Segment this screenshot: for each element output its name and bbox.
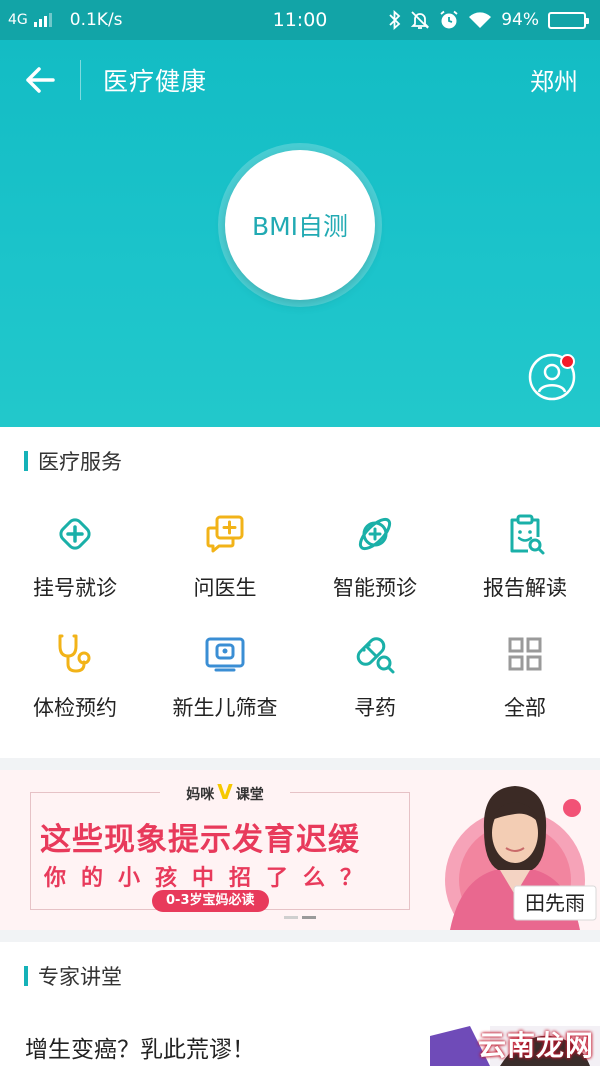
service-find-medicine[interactable]: 寻药 <box>300 615 450 735</box>
article-title[interactable]: 增生变癌？乳此荒谬！ <box>25 1030 255 1064</box>
presenter-signature: 田先雨 <box>525 891 585 915</box>
banner-subline: 你的小孩中招了么？ <box>44 866 378 891</box>
status-left: 4G 0.1K/s <box>8 10 123 30</box>
banner-dot <box>284 916 298 919</box>
services-grid: 挂号就诊 问医生 智能预诊 报告解读 体检预约 新生儿筛查 寻药 全部 <box>0 495 600 735</box>
network-speed: 0.1K/s <box>69 10 123 30</box>
nav-bar: 医疗健康 <box>0 40 600 120</box>
banner-brand: 妈咪 V 课堂 <box>160 780 290 804</box>
section-title: 专家讲堂 <box>38 965 122 989</box>
orbit-plus-icon <box>358 517 392 551</box>
service-label: 新生儿筛查 <box>172 696 278 720</box>
signal-icon <box>33 13 52 27</box>
banner-headline: 这些现象提示发育迟缓 <box>40 822 360 858</box>
clipboard-search-icon <box>510 514 545 555</box>
service-label: 挂号就诊 <box>33 576 117 600</box>
service-label: 体检预约 <box>33 696 117 720</box>
battery-icon <box>548 11 589 29</box>
chat-bubble-plus-icon <box>206 515 244 553</box>
profile-button[interactable] <box>528 353 576 401</box>
services-row: 挂号就诊 问医生 智能预诊 报告解读 <box>0 495 600 615</box>
city-selector[interactable]: 郑州 <box>530 62 578 97</box>
service-all[interactable]: 全部 <box>450 615 600 735</box>
service-report-reading[interactable]: 报告解读 <box>450 495 600 615</box>
banner-pagination <box>284 916 316 919</box>
status-bar: 4G 0.1K/s 11:00 94% <box>0 0 600 40</box>
stethoscope-icon <box>58 634 91 673</box>
watermark-text: 云南龙网 <box>477 1029 594 1062</box>
wifi-icon <box>469 12 492 28</box>
section-marker <box>24 451 28 471</box>
section-header-lectures: 专家讲堂 <box>0 961 600 991</box>
bmi-ring: BMI自测 <box>218 143 382 307</box>
battery-percent: 94% <box>501 10 539 30</box>
services-row: 体检预约 新生儿筛查 寻药 全部 <box>0 615 600 735</box>
section-header-services: 医疗服务 <box>0 446 600 476</box>
service-label: 问医生 <box>193 576 257 600</box>
grid-icon <box>508 637 542 671</box>
page-title: 医疗健康 <box>103 67 208 96</box>
nav-divider <box>80 60 81 100</box>
service-newborn-screening[interactable]: 新生儿筛查 <box>150 615 300 735</box>
bluetooth-icon <box>389 10 401 30</box>
mute-bell-icon <box>411 11 430 29</box>
service-label: 智能预诊 <box>333 576 417 600</box>
service-label: 报告解读 <box>483 576 567 600</box>
service-register[interactable]: 挂号就诊 <box>0 495 150 615</box>
banner-tag: 0-3岁宝妈必读 <box>152 890 269 912</box>
service-label: 全部 <box>504 696 546 720</box>
banner-dot <box>302 916 316 919</box>
pill-search-icon <box>356 637 395 674</box>
medical-cross-icon <box>59 518 91 550</box>
notification-badge <box>560 354 575 369</box>
section-marker <box>24 966 28 986</box>
section-divider <box>0 930 600 942</box>
status-right: 94% <box>389 10 589 30</box>
article-thumbnail[interactable]: 云南龙网 <box>430 1026 600 1066</box>
brand-right: 课堂 <box>235 787 264 803</box>
monitor-baby-icon <box>205 637 245 672</box>
service-ask-doctor[interactable]: 问医生 <box>150 495 300 615</box>
network-type: 4G <box>8 12 28 28</box>
service-smart-diagnosis[interactable]: 智能预诊 <box>300 495 450 615</box>
service-label: 寻药 <box>354 696 396 720</box>
app-screen: 4G 0.1K/s 11:00 94% 医疗健康 郑州 BMI自测 医疗服务 挂… <box>0 0 600 1066</box>
brand-left: 妈咪 <box>186 787 215 803</box>
back-arrow-icon <box>26 67 55 93</box>
back-button[interactable] <box>0 40 80 120</box>
alarm-icon <box>440 10 458 29</box>
bmi-test-button[interactable]: BMI自测 <box>225 150 375 300</box>
header: 医疗健康 郑州 BMI自测 <box>0 40 600 427</box>
section-title: 医疗服务 <box>38 450 122 474</box>
service-checkup[interactable]: 体检预约 <box>0 615 150 735</box>
promo-banner[interactable]: 妈咪 V 课堂 这些现象提示发育迟缓 你的小孩中招了么？ 0-3岁宝妈必读 田先雨 <box>0 770 600 930</box>
presenter-photo: 田先雨 <box>445 786 597 930</box>
section-divider <box>0 758 600 770</box>
brand-mark: V <box>217 780 233 804</box>
